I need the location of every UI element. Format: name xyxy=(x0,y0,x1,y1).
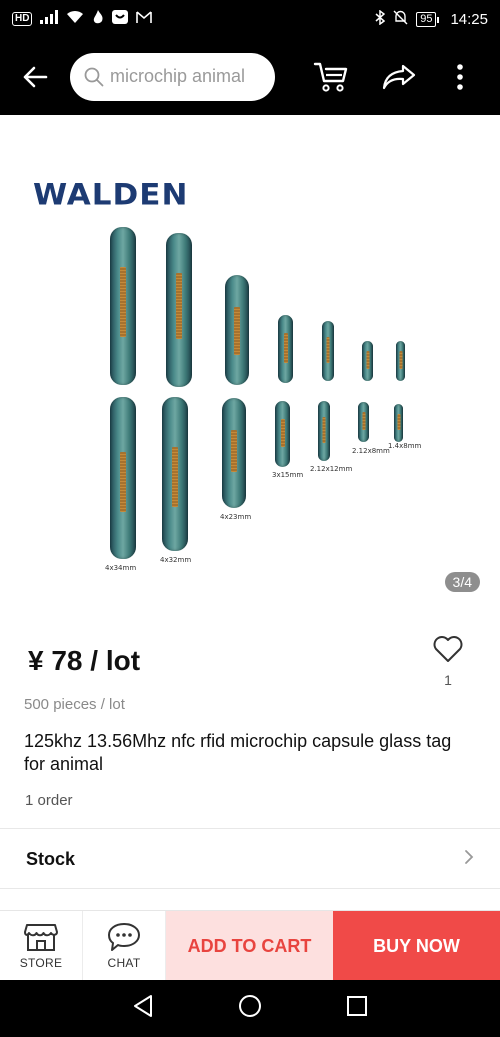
back-arrow-icon xyxy=(23,66,48,87)
cart-icon xyxy=(313,62,348,92)
search-icon xyxy=(84,67,104,86)
glass-tag-image xyxy=(162,397,188,551)
size-label: 4x23mm xyxy=(220,513,252,521)
glass-tag-image xyxy=(222,398,246,508)
search-input[interactable]: microchip animal xyxy=(70,52,275,101)
product-image-gallery[interactable]: WALDEN 4x34mm 4x32mm 4x23mm 3x15mm 2.12x… xyxy=(0,115,500,610)
circle-home-icon xyxy=(239,995,261,1017)
image-page-indicator: 3/4 xyxy=(444,572,480,592)
nav-home-button[interactable] xyxy=(238,994,262,1023)
glass-tag-image xyxy=(318,401,330,461)
wishlist-count: 1 xyxy=(444,672,452,688)
more-options-button[interactable] xyxy=(435,38,485,115)
order-count: 1 order xyxy=(25,792,73,809)
glass-tag-image xyxy=(396,341,405,381)
size-label: 1.4x8mm xyxy=(388,442,422,450)
divider xyxy=(0,828,500,829)
search-placeholder: microchip animal xyxy=(110,66,246,86)
hd-badge: HD xyxy=(12,12,33,26)
size-label: 4x32mm xyxy=(160,556,192,564)
glass-tag-image xyxy=(166,233,192,387)
app-header: microchip animal xyxy=(0,38,500,115)
stock-row[interactable]: Stock xyxy=(0,830,500,888)
product-title: 125khz 13.56Mhz nfc rfid microchip capsu… xyxy=(24,731,452,774)
chat-icon xyxy=(108,923,140,951)
glass-tag-image xyxy=(278,315,293,383)
flame-icon xyxy=(92,10,104,28)
size-label: 2.12x8mm xyxy=(352,447,390,455)
chevron-right-icon xyxy=(464,849,474,870)
size-label: 3x15mm xyxy=(272,471,304,479)
glass-tag-image xyxy=(110,397,136,559)
share-button[interactable] xyxy=(369,38,429,115)
wifi-icon xyxy=(66,10,84,28)
glass-tag-image xyxy=(225,275,249,385)
mute-bell-icon xyxy=(393,10,408,29)
status-bar: HD 95 14:25 xyxy=(0,0,500,38)
glass-tag-image xyxy=(275,401,290,467)
glass-tag-image xyxy=(358,402,369,442)
back-button[interactable] xyxy=(0,38,70,115)
glass-tag-image xyxy=(362,341,373,381)
heart-icon xyxy=(433,636,463,662)
price-row: ¥ 78 / lot 1 xyxy=(0,635,500,695)
brand-logo: WALDEN xyxy=(33,177,189,213)
chat-label: CHAT xyxy=(107,956,141,970)
chat-button[interactable]: CHAT xyxy=(83,911,166,981)
mail-icon xyxy=(136,10,153,28)
share-icon xyxy=(382,64,416,89)
store-button[interactable]: STORE xyxy=(0,911,83,981)
glass-tag-image xyxy=(394,404,403,442)
glass-tag-image xyxy=(322,321,334,381)
divider xyxy=(0,888,500,889)
buy-now-button[interactable]: BUY NOW xyxy=(333,911,500,981)
more-vertical-icon xyxy=(457,63,463,90)
cart-button[interactable] xyxy=(301,38,361,115)
signal-icon xyxy=(40,10,59,28)
size-label: 4x34mm xyxy=(105,564,137,572)
nav-back-button[interactable] xyxy=(132,994,154,1023)
price: ¥ 78 / lot xyxy=(28,645,141,676)
stock-label: Stock xyxy=(26,848,76,869)
unit-info: 500 pieces / lot xyxy=(24,696,125,713)
glass-tag-image xyxy=(110,227,136,385)
bluetooth-icon xyxy=(375,9,386,29)
clock: 14:25 xyxy=(450,10,488,28)
add-to-cart-button[interactable]: ADD TO CART xyxy=(166,911,333,981)
store-label: STORE xyxy=(19,956,63,970)
battery-indicator: 95 xyxy=(416,11,440,27)
store-icon xyxy=(24,924,58,951)
wishlist-button[interactable]: 1 xyxy=(426,635,470,688)
square-recents-icon xyxy=(347,996,367,1016)
nav-recents-button[interactable] xyxy=(346,995,368,1022)
system-nav-bar xyxy=(0,980,500,1037)
app-notification-icon xyxy=(112,10,129,28)
size-label: 2.12x12mm xyxy=(310,465,353,473)
action-bar: STORE CHAT ADD TO CART BUY NOW xyxy=(0,910,500,981)
triangle-back-icon xyxy=(134,995,152,1017)
